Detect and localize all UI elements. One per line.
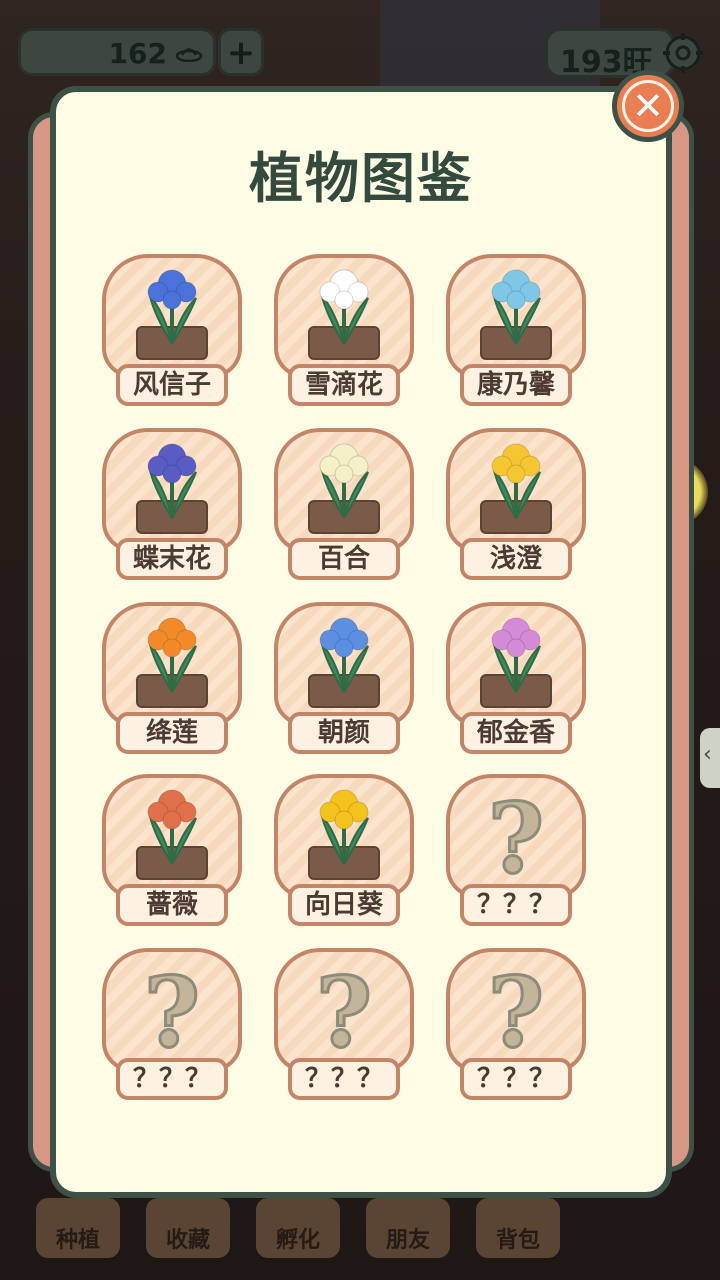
side-drawer-handle[interactable]: ‹ [700, 728, 720, 788]
plant-name: ？？？ [288, 1058, 400, 1100]
question-mark-icon: ? [142, 955, 201, 1071]
plant-name: 朝颜 [288, 712, 400, 754]
plant-name: 郁金香 [460, 712, 572, 754]
panel-title: 植物图鉴 [249, 147, 473, 210]
plant-card[interactable]: ?？？？ [274, 948, 414, 1100]
plant-card[interactable]: 蝶末花 [102, 428, 242, 580]
plant-card[interactable]: 向日葵 [274, 774, 414, 926]
plant-icon [319, 269, 369, 345]
plant-encyclopedia-panel: 植物图鉴 风信子 雪滴花 康乃馨 蝶末花 百合 浅澄 绛莲 朝颜 郁金香 蔷薇 向日葵?？？？?？？… [50, 86, 672, 1198]
plant-name: 百合 [288, 538, 400, 580]
plant-name: 康乃馨 [460, 364, 572, 406]
plant-card[interactable]: 康乃馨 [446, 254, 586, 406]
plant-card[interactable]: 朝颜 [274, 602, 414, 754]
plant-card[interactable]: 百合 [274, 428, 414, 580]
plant-name: 浅澄 [460, 538, 572, 580]
question-mark-icon: ? [486, 955, 545, 1071]
close-icon: ✕ [632, 84, 664, 128]
question-mark-icon: ? [314, 955, 373, 1071]
plant-icon [491, 617, 541, 693]
plant-card[interactable]: 蔷薇 [102, 774, 242, 926]
plant-card[interactable]: 雪滴花 [274, 254, 414, 406]
plant-card[interactable]: 风信子 [102, 254, 242, 406]
plant-name: ？？？ [460, 884, 572, 926]
plant-name: 蔷薇 [116, 884, 228, 926]
plant-card[interactable]: ?？？？ [446, 948, 586, 1100]
plant-icon [147, 789, 197, 865]
plant-name: 绛莲 [116, 712, 228, 754]
plant-icon [147, 443, 197, 519]
plant-name: 蝶末花 [116, 538, 228, 580]
plant-icon [319, 789, 369, 865]
plant-icon [319, 617, 369, 693]
plant-card[interactable]: 浅澄 [446, 428, 586, 580]
plant-icon [147, 269, 197, 345]
close-button[interactable]: ✕ [612, 70, 684, 142]
plant-card[interactable]: ?？？？ [446, 774, 586, 926]
plant-icon [491, 269, 541, 345]
plant-card[interactable]: ?？？？ [102, 948, 242, 1100]
plant-icon [147, 617, 197, 693]
plant-name: 风信子 [116, 364, 228, 406]
plant-card[interactable]: 绛莲 [102, 602, 242, 754]
plant-icon [491, 443, 541, 519]
question-mark-icon: ? [486, 781, 545, 897]
plant-name: 向日葵 [288, 884, 400, 926]
plant-name: ？？？ [116, 1058, 228, 1100]
chevron-left-icon: ‹ [703, 742, 712, 767]
plant-name: ？？？ [460, 1058, 572, 1100]
plant-icon [319, 443, 369, 519]
plant-card[interactable]: 郁金香 [446, 602, 586, 754]
plant-name: 雪滴花 [288, 364, 400, 406]
